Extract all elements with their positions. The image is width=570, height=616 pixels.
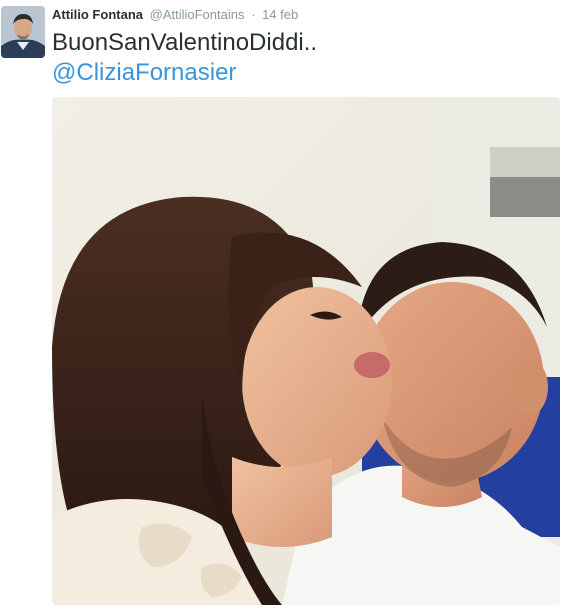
avatar[interactable] (1, 6, 45, 58)
tweet-date[interactable]: 14 feb (262, 7, 298, 22)
author-name[interactable]: Attilio Fontana (52, 7, 143, 22)
author-handle[interactable]: @AttilioFontains (150, 7, 245, 22)
tweet-header: Attilio Fontana @AttilioFontains · 14 fe… (52, 7, 298, 23)
tweet-card: Attilio Fontana @AttilioFontains · 14 fe… (0, 0, 570, 616)
meta-separator: · (251, 7, 256, 22)
photo-couple-kiss-icon (52, 97, 560, 605)
tweet-body: BuonSanValentinoDiddi.. (52, 29, 318, 56)
tweet-text: BuonSanValentinoDiddi.. @CliziaFornasier (52, 28, 317, 88)
profile-photo-icon (1, 6, 45, 58)
tweet-photo[interactable] (52, 97, 560, 605)
mention-link[interactable]: @CliziaFornasier (52, 58, 317, 88)
